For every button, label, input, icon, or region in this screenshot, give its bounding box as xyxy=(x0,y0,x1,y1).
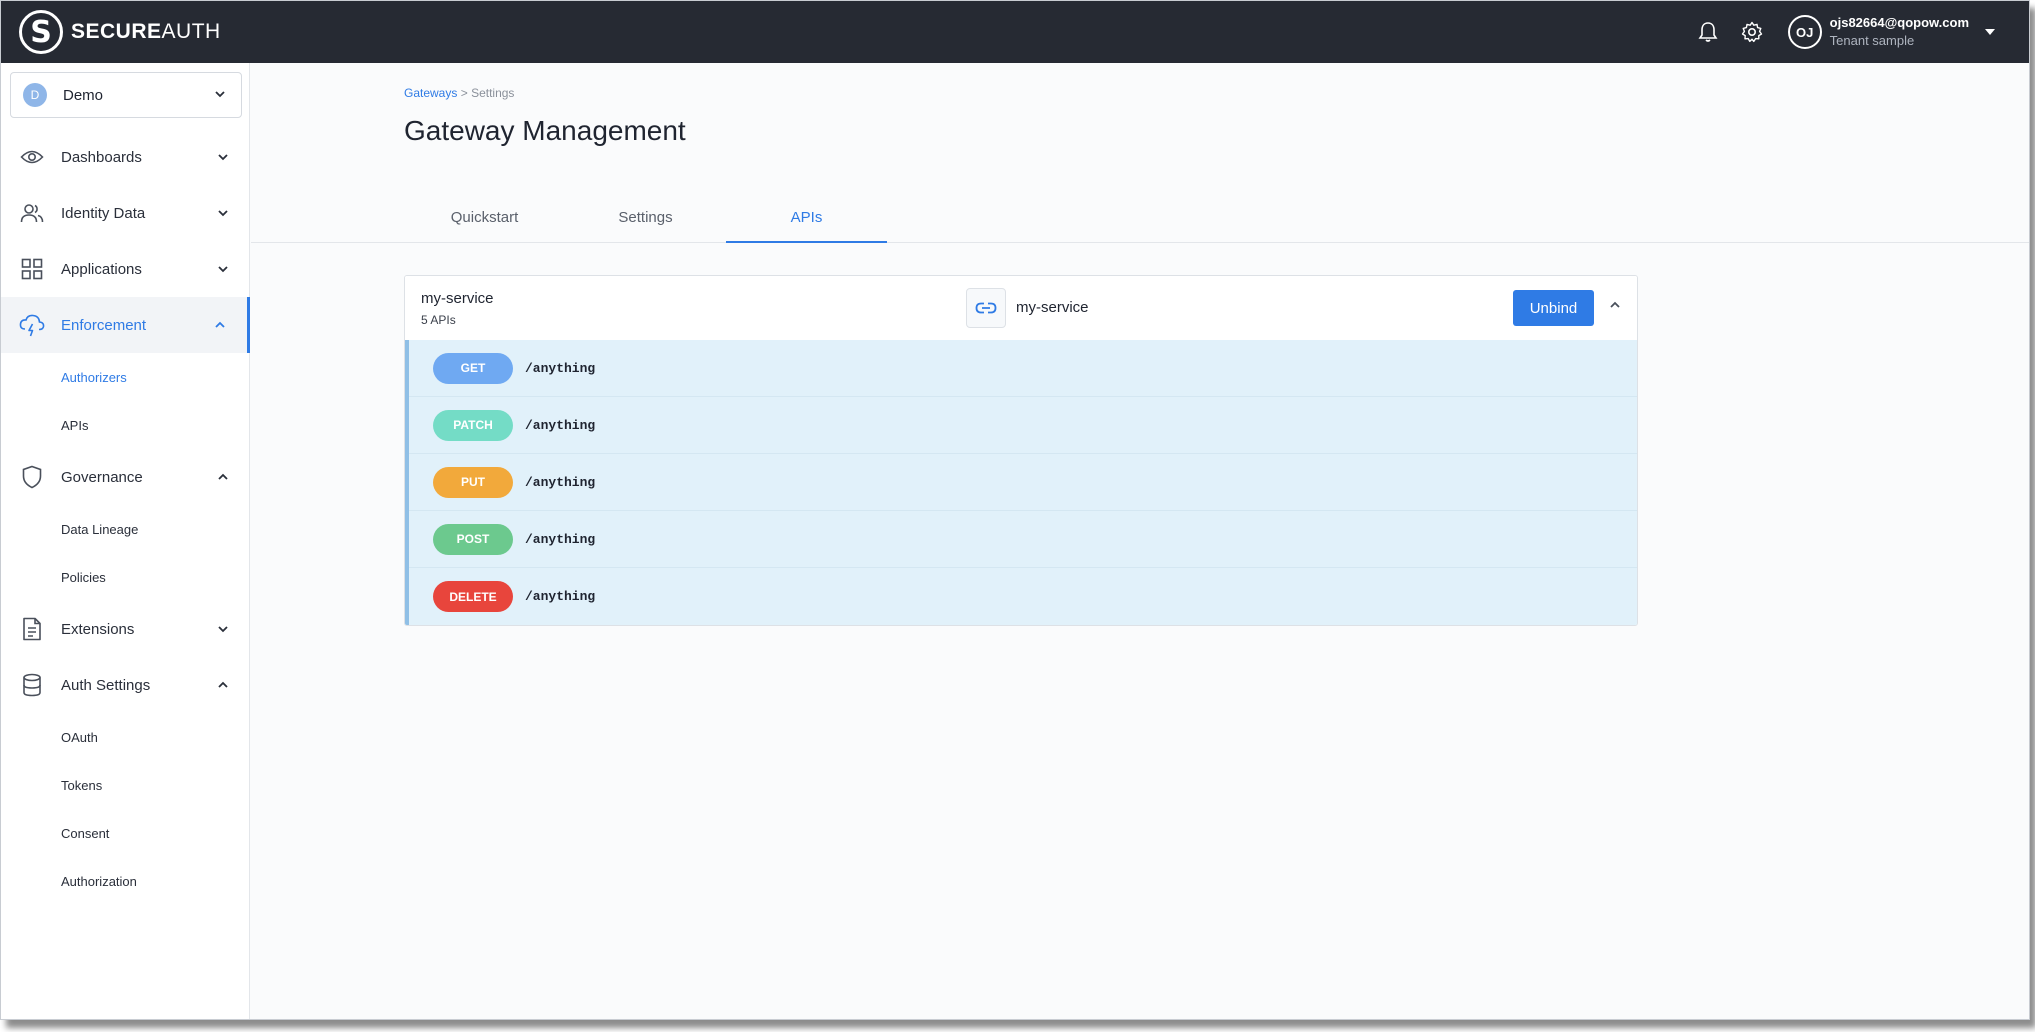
api-row[interactable]: GET /anything xyxy=(409,340,1637,397)
tab-bar: Quickstart Settings APIs xyxy=(404,203,887,243)
unbind-button[interactable]: Unbind xyxy=(1513,290,1594,326)
sidebar-item-applications[interactable]: Applications xyxy=(1,241,250,297)
chevron-down-icon xyxy=(213,87,227,101)
tab-apis[interactable]: APIs xyxy=(726,203,887,243)
service-api-count: 5 APIs xyxy=(421,313,456,327)
chevron-down-icon xyxy=(216,150,230,164)
bell-icon[interactable] xyxy=(1686,1,1730,63)
api-row[interactable]: POST /anything xyxy=(409,511,1637,568)
service-name: my-service xyxy=(421,290,494,307)
chevron-up-icon[interactable] xyxy=(1608,298,1622,312)
topbar-actions: OJ ojs82664@qopow.com Tenant sample xyxy=(1686,1,1995,63)
sidebar-item-identity-data[interactable]: Identity Data xyxy=(1,185,250,241)
method-badge-delete: DELETE xyxy=(433,581,513,612)
service-card: my-service 5 APIs my-service Unbind GET … xyxy=(404,275,1638,626)
sidebar-item-label: Enforcement xyxy=(61,316,147,334)
workspace-name: Demo xyxy=(63,86,104,104)
chevron-down-icon xyxy=(216,262,230,276)
sidebar-subitem-apis[interactable]: APIs xyxy=(1,401,250,449)
gear-icon[interactable] xyxy=(1730,1,1774,63)
user-tenant: Tenant sample xyxy=(1829,33,1915,48)
sidebar-item-label: Governance xyxy=(61,468,143,486)
logo-text: SECUREAUTH xyxy=(71,20,221,44)
breadcrumb-link-gateways[interactable]: Gateways xyxy=(404,86,457,100)
sidebar-item-extensions[interactable]: Extensions xyxy=(1,601,250,657)
sidebar-subitem-data-lineage[interactable]: Data Lineage xyxy=(1,505,250,553)
breadcrumb: Gateways > Settings xyxy=(404,86,514,100)
sidebar-item-dashboards[interactable]: Dashboards xyxy=(1,129,250,185)
sidebar-subitem-authorization[interactable]: Authorization xyxy=(1,857,250,905)
method-badge-put: PUT xyxy=(433,466,513,498)
sidebar-item-label: Auth Settings xyxy=(61,676,151,694)
sidebar-nav: Dashboards Identity Data Applications En… xyxy=(1,129,250,905)
document-icon xyxy=(19,616,45,642)
logo-text-light: AUTH xyxy=(161,20,221,43)
chevron-up-icon xyxy=(213,318,227,332)
tab-quickstart[interactable]: Quickstart xyxy=(404,203,565,243)
sidebar-item-auth-settings[interactable]: Auth Settings xyxy=(1,657,250,713)
eye-icon xyxy=(19,144,45,170)
app-window: S SECUREAUTH OJ ojs82664@qopow.com Tenan… xyxy=(0,0,2030,1020)
sidebar-subitem-policies[interactable]: Policies xyxy=(1,553,250,601)
chevron-up-icon xyxy=(216,470,230,484)
sidebar-subitem-oauth[interactable]: OAuth xyxy=(1,713,250,761)
users-icon xyxy=(19,200,45,226)
sidebar-item-label: Identity Data xyxy=(61,204,146,222)
api-path: /anything xyxy=(525,531,596,547)
workspace-selector[interactable]: D Demo xyxy=(10,72,242,118)
sidebar-subitem-authorizers[interactable]: Authorizers xyxy=(1,353,250,401)
chevron-up-icon xyxy=(216,678,230,692)
lightning-cloud-icon xyxy=(19,312,45,338)
api-row[interactable]: PUT /anything xyxy=(409,454,1637,511)
caret-down-icon[interactable] xyxy=(1985,29,1995,35)
api-list: GET /anything PATCH /anything PUT /anyth… xyxy=(405,340,1637,625)
workspace-badge: D xyxy=(23,83,47,107)
sidebar-item-governance[interactable]: Governance xyxy=(1,449,250,505)
page-title: Gateway Management xyxy=(404,115,686,146)
breadcrumb-current: Settings xyxy=(471,86,515,100)
shield-icon xyxy=(19,464,45,490)
sidebar-item-label: Applications xyxy=(61,260,142,278)
method-badge-post: POST xyxy=(433,523,513,555)
user-email: ojs82664@qopow.com xyxy=(1829,15,1969,31)
securauth-logo[interactable]: S SECUREAUTH xyxy=(19,10,221,54)
api-path: /anything xyxy=(525,589,596,604)
link-icon xyxy=(966,288,1006,328)
grid-icon xyxy=(19,256,45,282)
service-card-header[interactable]: my-service 5 APIs my-service Unbind xyxy=(405,276,1637,340)
api-path: /anything xyxy=(525,360,596,376)
user-menu[interactable]: ojs82664@qopow.com Tenant sample xyxy=(1830,14,1969,49)
chevron-down-icon xyxy=(216,206,230,220)
sidebar: D Demo Dashboards Identity Data Applicat… xyxy=(1,63,250,1019)
api-path: /anything xyxy=(525,417,596,433)
user-avatar[interactable]: OJ xyxy=(1787,15,1822,49)
top-bar: S SECUREAUTH OJ ojs82664@qopow.com Tenan… xyxy=(1,1,2029,63)
api-path: /anything xyxy=(525,474,596,490)
tab-settings[interactable]: Settings xyxy=(565,203,726,243)
breadcrumb-separator: > xyxy=(460,86,468,100)
main-content: Gateways > Settings Gateway Management Q… xyxy=(251,63,2029,1019)
chevron-down-icon xyxy=(216,622,230,636)
sidebar-item-enforcement[interactable]: Enforcement xyxy=(1,297,250,353)
bound-service-name: my-service xyxy=(1016,299,1089,316)
sidebar-item-label: Dashboards xyxy=(61,148,142,166)
method-badge-get: GET xyxy=(433,352,513,384)
api-row[interactable]: DELETE /anything xyxy=(409,568,1637,625)
sidebar-subitem-tokens[interactable]: Tokens xyxy=(1,761,250,809)
api-row[interactable]: PATCH /anything xyxy=(409,397,1637,454)
database-icon xyxy=(19,672,45,698)
logo-text-bold: SECURE xyxy=(71,20,162,43)
sidebar-item-label: Extensions xyxy=(61,620,135,638)
sidebar-subitem-consent[interactable]: Consent xyxy=(1,809,250,857)
method-badge-patch: PATCH xyxy=(433,409,513,441)
logo-mark-icon: S xyxy=(19,10,63,54)
